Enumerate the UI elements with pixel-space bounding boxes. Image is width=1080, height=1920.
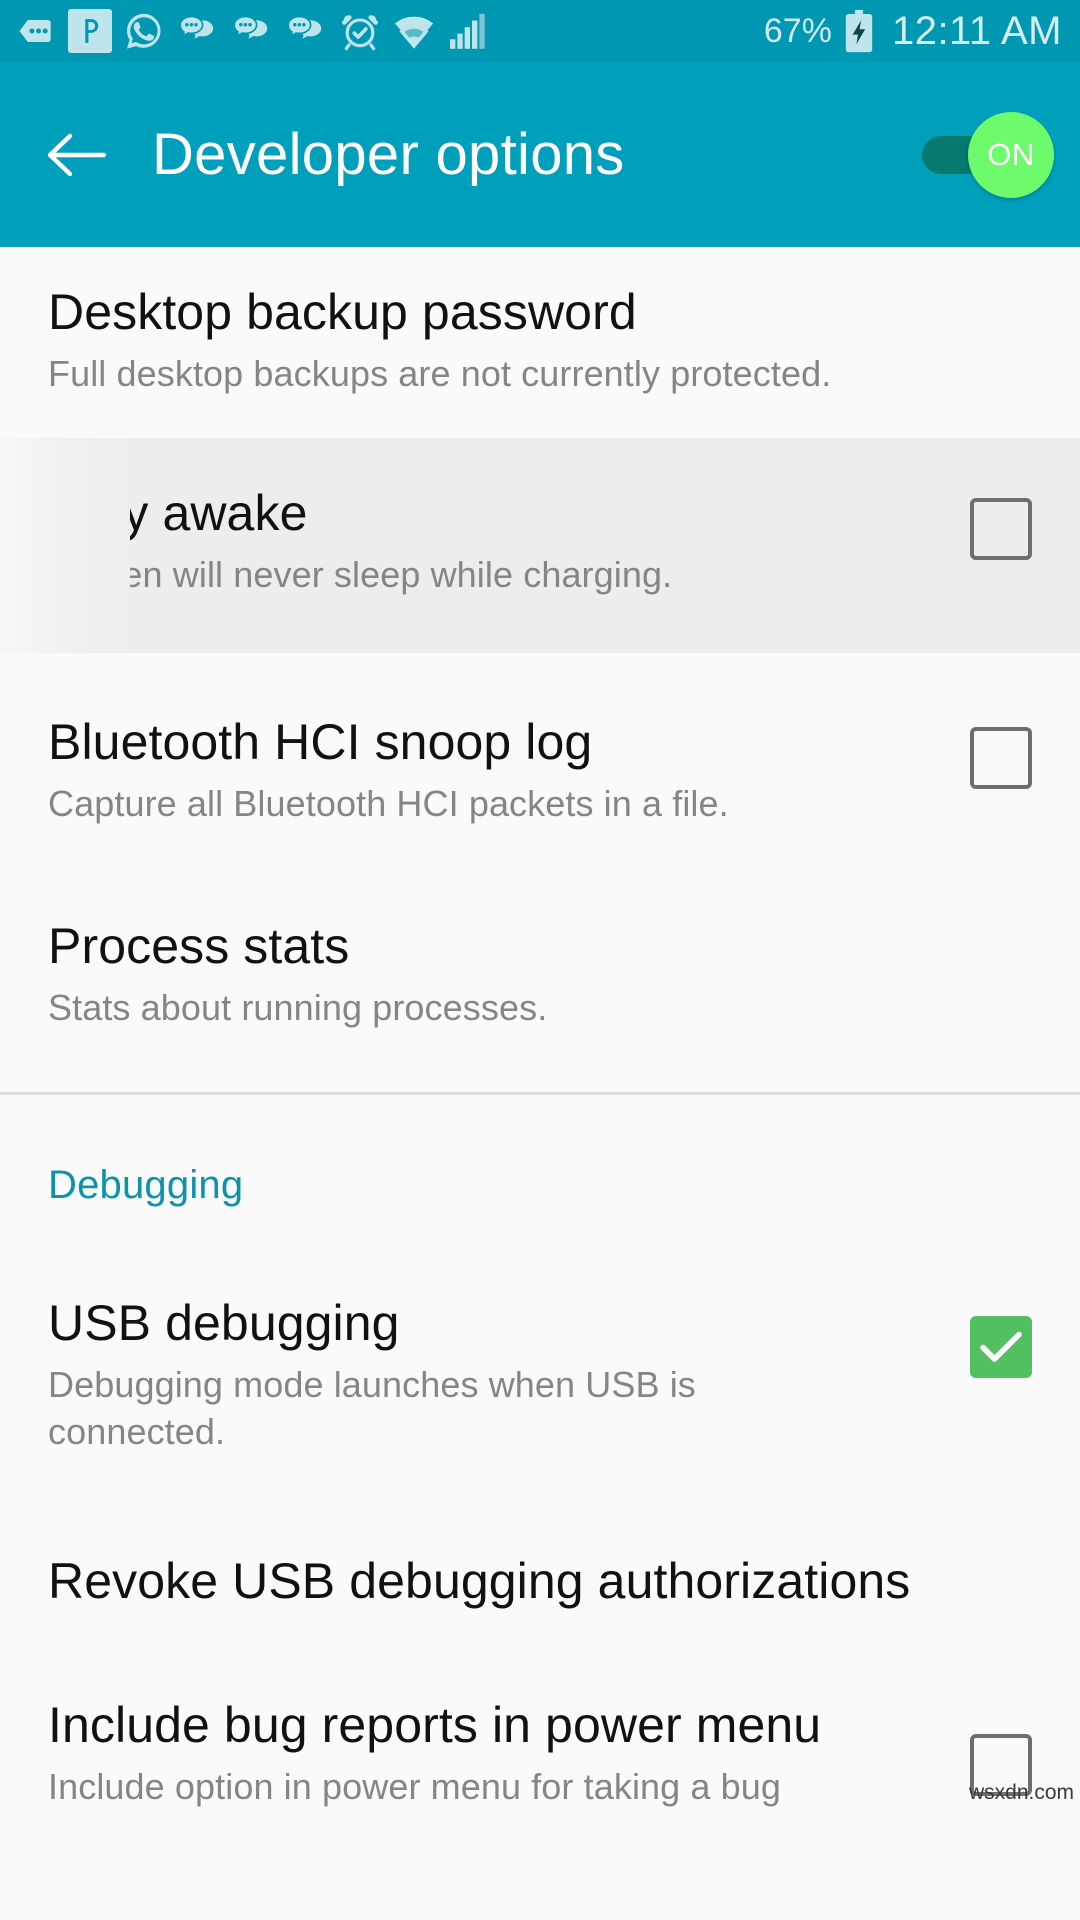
row-text-block: USB debugging Debugging mode launches wh… [48, 1294, 968, 1456]
status-bar-notification-icons [14, 9, 490, 53]
row-text-block: Bluetooth HCI snoop log Capture all Blue… [48, 713, 968, 828]
wifi-icon [394, 16, 434, 49]
row-title: USB debugging [48, 1295, 400, 1352]
row-title: Bluetooth HCI snoop log [48, 713, 593, 770]
row-control[interactable] [968, 713, 1034, 789]
battery-charging-icon [845, 9, 873, 53]
battery-percent-label: 67% [763, 11, 832, 50]
pushbullet-icon [68, 9, 112, 53]
cellular-signal-icon [450, 13, 485, 49]
checkbox-stay-awake[interactable] [970, 497, 1032, 560]
row-subtitle: Full desktop backups are not currently p… [48, 353, 832, 394]
row-title: Stay awake [48, 484, 308, 541]
row-control[interactable] [968, 1294, 1034, 1379]
row-subtitle: Stats about running processes. [48, 987, 548, 1029]
checkbox-bluetooth-hci-snoop-log[interactable] [970, 726, 1032, 789]
row-subtitle: Include option in power menu for taking … [48, 1765, 781, 1807]
row-subtitle: Debugging mode launches when USB is conn… [48, 1364, 696, 1452]
checkmark-icon [980, 1331, 1022, 1362]
row-text-block: Include bug reports in power menu Includ… [48, 1696, 968, 1811]
developer-options-master-toggle[interactable]: ON [922, 111, 1054, 198]
row-subtitle: Screen will never sleep while charging. [48, 553, 673, 595]
status-bar-system-area: 67% 12:11 AM [764, 9, 1062, 54]
settings-list[interactable]: Desktop backup password Full desktop bac… [0, 247, 1080, 1811]
whatsapp-icon [126, 13, 161, 49]
status-bar: 67% 12:11 AM [0, 0, 1080, 62]
setting-row-include-bug-reports-in-power-menu[interactable]: Include bug reports in power menu Includ… [0, 1676, 1080, 1811]
row-title: Desktop backup password [48, 284, 637, 340]
setting-row-desktop-backup-password[interactable]: Desktop backup password Full desktop bac… [0, 247, 1080, 438]
row-text-block: Revoke USB debugging authorizations [48, 1552, 1034, 1610]
section-header-debugging: Debugging [48, 1163, 244, 1208]
setting-row-process-stats[interactable]: Process stats Stats about running proces… [0, 879, 1080, 1092]
back-arrow-icon [47, 133, 107, 176]
page-title: Developer options [152, 122, 625, 187]
row-title: Revoke USB debugging authorizations [48, 1552, 911, 1609]
alarm-clock-icon [342, 15, 378, 51]
clock-label: 12:11 AM [891, 8, 1062, 53]
row-control[interactable] [968, 484, 1034, 560]
row-title: Process stats [48, 918, 350, 975]
setting-row-revoke-usb-debugging-authorizations[interactable]: Revoke USB debugging authorizations [0, 1486, 1080, 1676]
setting-row-bluetooth-hci-snoop-log[interactable]: Bluetooth HCI snoop log Capture all Blue… [0, 653, 1080, 880]
row-text-block: Stay awake Screen will never sleep while… [48, 484, 968, 599]
row-title: Include bug reports in power menu [48, 1696, 822, 1753]
row-text-block: Process stats Stats about running proces… [48, 917, 1034, 1032]
site-watermark: wsxdn.com [968, 1780, 1074, 1804]
row-subtitle: Capture all Bluetooth HCI packets in a f… [48, 782, 729, 824]
message-bubbles-icon [287, 15, 322, 39]
message-bubbles-icon [233, 15, 268, 39]
toggle-thumb: ON [968, 111, 1054, 198]
app-bar: Developer options ON [0, 62, 1080, 247]
row-text-block: Desktop backup password Full desktop bac… [48, 283, 1034, 398]
setting-row-usb-debugging[interactable]: USB debugging Debugging mode launches wh… [0, 1218, 1080, 1486]
message-bubbles-icon [179, 15, 214, 39]
chat-hexagon-icon [19, 20, 51, 42]
toggle-state-label: ON [987, 136, 1035, 172]
setting-row-stay-awake[interactable]: Stay awake Screen will never sleep while… [0, 437, 1080, 653]
back-button[interactable] [40, 118, 114, 192]
checkbox-usb-debugging[interactable] [970, 1316, 1032, 1379]
